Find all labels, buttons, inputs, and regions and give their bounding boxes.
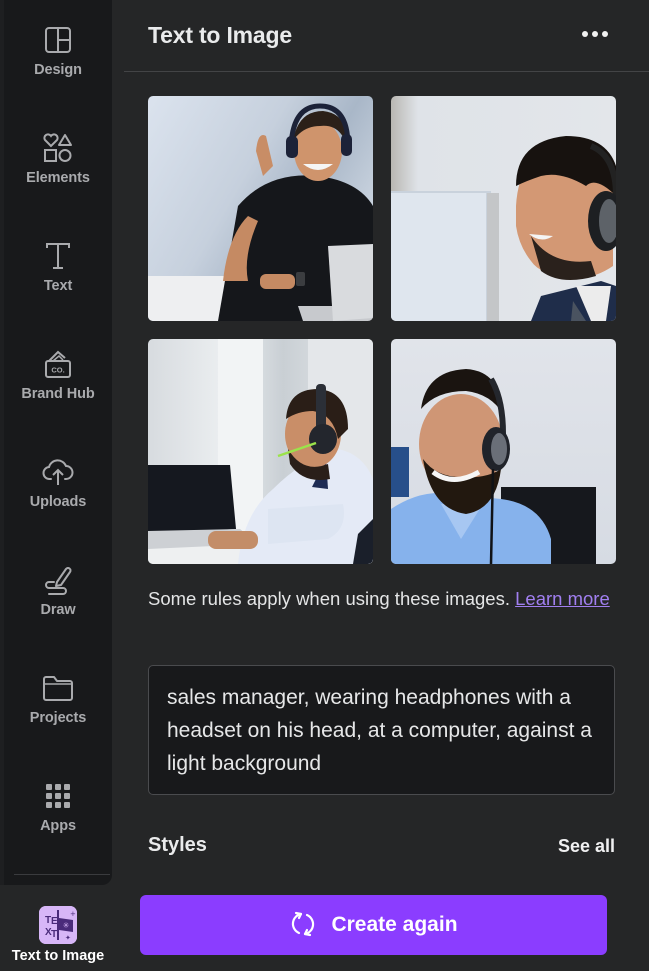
folder-icon (42, 672, 74, 704)
svg-text:CO.: CO. (51, 366, 64, 375)
prompt-input[interactable]: sales manager, wearing headphones with a… (148, 665, 615, 795)
cloud-upload-icon (42, 456, 74, 488)
result-image-1[interactable] (148, 96, 373, 321)
sidebar-item-label: Brand Hub (21, 386, 95, 402)
sidebar-item-label: Apps (40, 818, 76, 834)
panel-header: Text to Image (124, 0, 649, 72)
sidebar-item-label: Elements (26, 170, 90, 186)
styles-section-header: Styles See all (148, 834, 615, 862)
more-options-button[interactable] (577, 22, 613, 46)
svg-text:+: + (70, 910, 76, 918)
svg-text:E: E (51, 916, 58, 927)
sidebar-item-elements[interactable]: Elements (4, 132, 112, 212)
result-image-illustration (148, 103, 373, 321)
usage-rules-text: Some rules apply when using these images… (148, 588, 610, 609)
sidebar-item-design[interactable]: Design (4, 24, 112, 104)
sidebar-item-projects[interactable]: Projects (4, 672, 112, 752)
layout-icon (42, 24, 74, 56)
styles-heading: Styles (148, 834, 207, 856)
sidebar-item-draw[interactable]: Draw (4, 564, 112, 644)
learn-more-link[interactable]: Learn more (515, 588, 610, 609)
draw-icon (42, 564, 74, 596)
app-window: Design Elements Text CO. Brand Hub Uploa… (0, 0, 649, 971)
svg-text:✦: ✦ (65, 934, 71, 942)
sidebar-item-text-to-image[interactable]: ✳ T E X T + ✦ Text to Image (0, 906, 116, 971)
sidebar-divider (14, 874, 110, 875)
result-image-illustration (148, 339, 373, 564)
apps-grid-icon (42, 780, 74, 812)
sidebar-item-label: Text (43, 278, 73, 294)
sidebar-item-label: Text to Image (11, 948, 105, 964)
text-to-image-app-icon: ✳ T E X T + ✦ (39, 906, 77, 944)
result-image-3[interactable] (148, 339, 373, 564)
refresh-icon (289, 910, 317, 941)
sidebar-item-brand-hub[interactable]: CO. Brand Hub (4, 348, 112, 428)
create-again-label: Create again (331, 913, 458, 936)
see-all-styles-link[interactable]: See all (558, 836, 615, 857)
sidebar-item-label: Uploads (29, 494, 87, 510)
sidebar-rail: Design Elements Text CO. Brand Hub Uploa… (0, 0, 112, 885)
svg-text:✳: ✳ (63, 921, 70, 930)
sidebar-item-uploads[interactable]: Uploads (4, 456, 112, 536)
result-image-illustration (391, 369, 596, 564)
more-horizontal-icon (582, 31, 588, 37)
sidebar-item-text[interactable]: Text (4, 240, 112, 320)
sidebar-item-label: Design (34, 62, 82, 78)
brand-hub-icon: CO. (42, 348, 74, 380)
create-again-button[interactable]: Create again (140, 895, 607, 955)
sidebar-item-label: Draw (40, 602, 76, 618)
panel-title: Text to Image (148, 22, 292, 48)
shapes-icon (42, 132, 74, 164)
result-image-4[interactable] (391, 339, 616, 564)
svg-text:T: T (51, 929, 57, 940)
text-icon (42, 240, 74, 272)
sidebar-item-apps[interactable]: Apps (4, 780, 112, 860)
result-image-2[interactable] (391, 96, 616, 321)
sidebar-item-label: Projects (29, 710, 87, 726)
result-image-illustration (391, 136, 616, 321)
